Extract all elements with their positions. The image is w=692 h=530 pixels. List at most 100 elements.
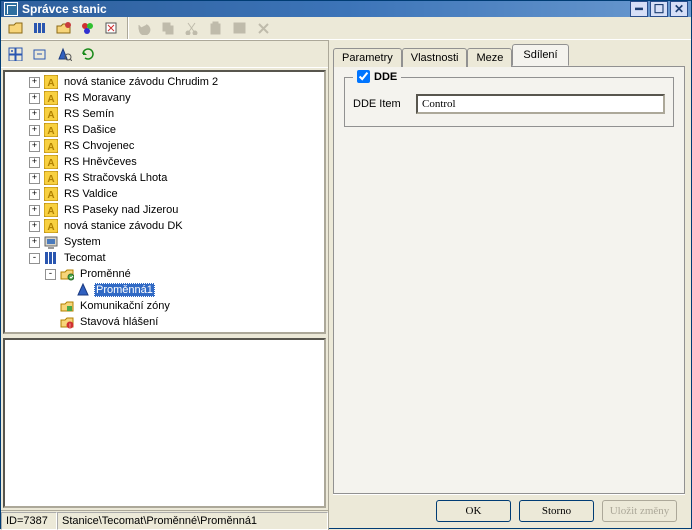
tab-meze[interactable]: Meze [467, 48, 512, 67]
ok-button[interactable]: OK [436, 500, 511, 522]
tree-node[interactable]: +Anová stanice závodu DK [5, 218, 324, 234]
tab-vlastnosti[interactable]: Vlastnosti [402, 48, 468, 67]
node-icon-sys [43, 234, 59, 250]
find-var-icon[interactable] [53, 43, 75, 65]
close-button[interactable]: ✕ [670, 1, 688, 17]
collapse-icon[interactable]: - [45, 269, 56, 280]
node-icon-A: A [43, 202, 59, 218]
tree-node[interactable]: - Tecomat [5, 250, 324, 266]
node-label[interactable]: RS Hněvčeves [62, 156, 139, 168]
tree-node[interactable]: +ARS Valdice [5, 186, 324, 202]
expand-icon[interactable]: + [29, 189, 40, 200]
svg-text:A: A [47, 78, 54, 89]
node-label[interactable]: Proměnná1 [94, 283, 155, 297]
refresh-icon[interactable] [77, 43, 99, 65]
expand-icon[interactable]: + [29, 125, 40, 136]
ulozit-button[interactable]: Uložit změny [602, 500, 677, 522]
cut-icon[interactable] [181, 17, 203, 39]
maximize-button[interactable]: ☐ [650, 1, 668, 17]
expand-icon[interactable]: + [29, 141, 40, 152]
storno-button[interactable]: Storno [519, 500, 594, 522]
node-icon-A: A [43, 186, 59, 202]
node-icon-A: A [43, 122, 59, 138]
collapse-icon[interactable]: - [29, 253, 40, 264]
node-label[interactable]: Stavová hlášení [78, 316, 160, 328]
colors-icon[interactable] [77, 17, 99, 39]
node-icon-zone [59, 298, 75, 314]
svg-text:A: A [47, 94, 54, 105]
node-icon-A: A [43, 138, 59, 154]
tab-strip: Parametry Vlastnosti Meze Sdílení [333, 44, 685, 66]
edit-list-icon[interactable] [229, 17, 251, 39]
svg-text:A: A [47, 142, 54, 153]
tree-node[interactable]: + A RS Moravany [5, 90, 324, 106]
tree-node[interactable]: +ARS Stračovská Lhota [5, 170, 324, 186]
node-label[interactable]: nová stanice závodu DK [62, 220, 185, 232]
node-icon-A: A [43, 170, 59, 186]
tree-node[interactable]: + A RS Paseky nad Jizerou [5, 202, 324, 218]
tree-collapse-icon[interactable] [29, 43, 51, 65]
copy-icon[interactable] [157, 17, 179, 39]
node-icon-A: A [43, 218, 59, 234]
open-folder-icon[interactable] [5, 17, 27, 39]
node-label[interactable]: RS Dašice [62, 124, 118, 136]
expand-icon[interactable]: + [29, 109, 40, 120]
delete-icon[interactable] [253, 17, 275, 39]
svg-text:A: A [47, 158, 54, 169]
expand-icon[interactable]: + [29, 205, 40, 216]
undo-icon[interactable] [133, 17, 155, 39]
node-icon-A: A [43, 154, 59, 170]
tree-node[interactable]: Proměnná1 [5, 282, 324, 298]
expand-icon[interactable]: + [29, 77, 40, 88]
tree-view[interactable]: +Anová stanice závodu Chrudim 2+ARS Mora… [3, 70, 326, 334]
expand-spacer [61, 285, 72, 296]
app-window: Správce stanic ━ ☐ ✕ +Anová stanice závo… [0, 0, 692, 529]
node-label[interactable]: Proměnné [78, 268, 133, 280]
minimize-button[interactable]: ━ [630, 1, 648, 17]
expand-icon[interactable]: + [29, 221, 40, 232]
tab-sdileni[interactable]: Sdílení [512, 44, 568, 66]
node-label[interactable]: Tecomat [62, 252, 108, 264]
tree-node[interactable]: - Proměnné [5, 266, 324, 282]
expand-icon[interactable]: + [29, 157, 40, 168]
node-label[interactable]: System [62, 236, 103, 248]
tree-node[interactable]: + System [5, 234, 324, 250]
preview-pane [3, 338, 326, 508]
node-icon-A: A [43, 90, 59, 106]
tree-node[interactable]: +ARS Dašice [5, 122, 324, 138]
left-pane: +Anová stanice závodu Chrudim 2+ARS Mora… [1, 40, 329, 530]
tree-node[interactable]: + Anová stanice závodu Chrudim 2 [5, 74, 324, 90]
tree-node[interactable]: +ARS Semín [5, 106, 324, 122]
node-label[interactable]: nová stanice závodu Chrudim 2 [62, 76, 220, 88]
dde-legend: DDE [374, 71, 397, 83]
tree-expand-icon[interactable] [5, 43, 27, 65]
expand-icon[interactable]: + [29, 93, 40, 104]
search-icon[interactable] [101, 17, 123, 39]
expand-icon[interactable]: + [29, 173, 40, 184]
expand-icon[interactable]: + [29, 237, 40, 248]
node-label[interactable]: RS Valdice [62, 188, 120, 200]
bar-config-icon[interactable] [29, 17, 51, 39]
tree-node[interactable]: Komunikační zóny [5, 298, 324, 314]
tree-node[interactable]: + A RS Hněvčeves [5, 154, 324, 170]
paste-icon[interactable] [205, 17, 227, 39]
node-label[interactable]: RS Stračovská Lhota [62, 172, 169, 184]
node-label[interactable]: RS Chvojenec [62, 140, 136, 152]
node-label[interactable]: RS Semín [62, 108, 116, 120]
node-label[interactable]: RS Moravany [62, 92, 133, 104]
dde-checkbox[interactable] [357, 70, 370, 83]
expand-spacer [45, 317, 56, 328]
node-label[interactable]: RS Paseky nad Jizerou [62, 204, 180, 216]
tree-node[interactable]: + A RS Chvojenec [5, 138, 324, 154]
svg-text:A: A [47, 206, 54, 217]
expand-spacer [45, 301, 56, 312]
dde-item-input[interactable] [416, 94, 665, 114]
dde-item-label: DDE Item [353, 98, 408, 110]
folder-star-icon[interactable] [53, 17, 75, 39]
app-icon [4, 2, 18, 16]
tab-parametry[interactable]: Parametry [333, 48, 402, 67]
tree-toolbar [1, 40, 328, 68]
node-icon-A: A [43, 106, 59, 122]
tree-node[interactable]: !Stavová hlášení [5, 314, 324, 330]
node-label[interactable]: Komunikační zóny [78, 300, 172, 312]
